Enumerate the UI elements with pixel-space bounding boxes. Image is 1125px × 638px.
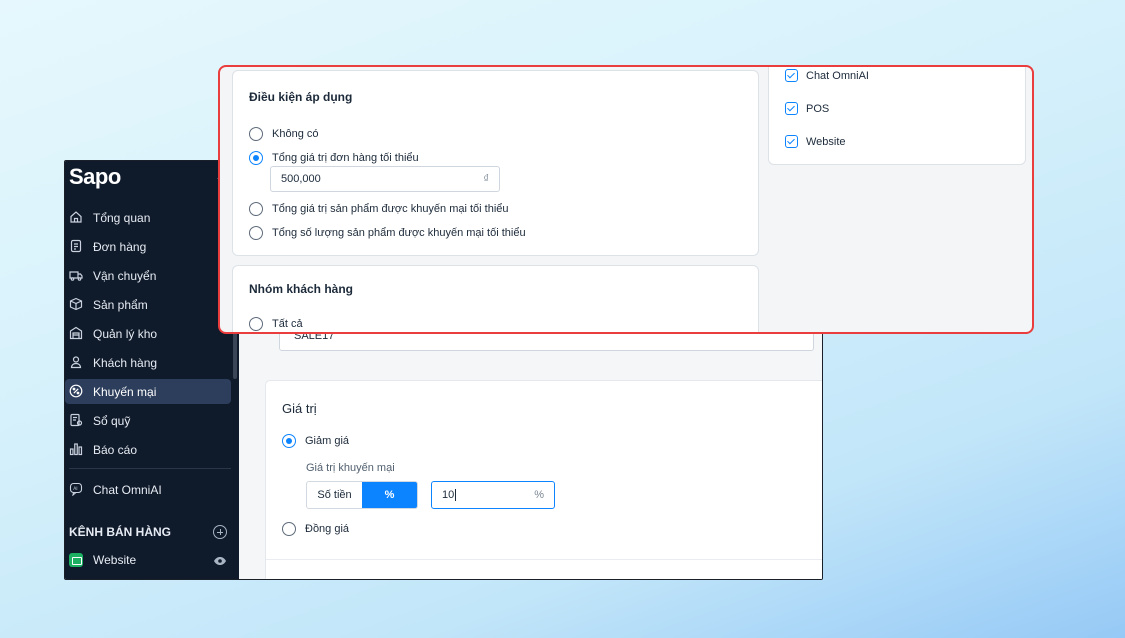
radio-label: Tổng số lượng sản phẩm được khuyến mại t… [272,227,526,239]
sidebar-item-label: Vận chuyển [93,268,157,283]
min-order-amount-input[interactable]: 500,000 ₫ [270,166,500,192]
customer-group-title: Nhóm khách hàng [249,282,354,296]
channel-pos[interactable]: POS [785,102,829,115]
percent-suffix: % [534,489,544,501]
value-card-title: Giá trị [282,401,317,416]
svg-text:AI: AI [73,486,77,492]
checkbox-checked-icon[interactable] [785,135,798,148]
percent-value-input[interactable]: 10 % [431,481,555,509]
sidebar-item-label: Khuyến mại [93,384,157,399]
sidebar: Sapo ‹ Tổng quan Đơn hàng Vận chuyển Sản… [65,161,239,579]
eye-icon[interactable] [213,555,227,565]
condition-option-none[interactable]: Không có [249,127,318,141]
radio-label: Tổng giá trị đơn hàng tối thiểu [272,152,419,164]
radio-min-product-value[interactable] [249,202,263,216]
sidebar-item-label: Chat OmniAI [93,482,162,497]
promo-value-label: Giá trị khuyến mại [306,462,395,474]
customer-group-option-all[interactable]: Tất cả [249,317,303,331]
text-caret [455,489,457,502]
radio-same-price[interactable] [282,522,296,536]
sidebar-item-products[interactable]: Sản phẩm [65,292,231,317]
discount-icon [69,384,83,398]
sidebar-nav: Tổng quan Đơn hàng Vận chuyển Sản phẩm Q… [65,205,239,506]
radio-min-product-qty[interactable] [249,226,263,240]
card-divider [266,559,822,560]
cashbook-icon [69,413,83,427]
website-icon [69,553,83,567]
value-card: Giá trị Giảm giá Giá trị khuyến mại Số t… [265,380,822,579]
sidebar-item-cashbook[interactable]: Sổ quỹ [65,408,231,433]
sidebar-item-reports[interactable]: Báo cáo [65,437,231,462]
radio-label: Tổng giá trị sản phẩm được khuyến mại tố… [272,203,509,215]
condition-option-min-product-qty[interactable]: Tổng số lượng sản phẩm được khuyến mại t… [249,226,526,240]
condition-option-min-product-value[interactable]: Tổng giá trị sản phẩm được khuyến mại tố… [249,202,509,216]
order-icon [69,239,83,253]
sidebar-item-label: Tổng quan [93,210,151,225]
box-icon [69,297,83,311]
sidebar-item-inventory[interactable]: Quản lý kho [65,321,231,346]
radio-discount[interactable] [282,434,296,448]
channel-label: Chat OmniAI [806,69,869,82]
currency-suffix: ₫ [483,173,489,185]
min-amount-value: 500,000 [281,173,321,185]
add-channel-icon[interactable] [213,525,227,539]
channels-card: Chat OmniAI POS Website [768,67,1026,165]
sidebar-item-overview[interactable]: Tổng quan [65,205,231,230]
percent-value: 10 [442,489,455,501]
sidebar-channel-website[interactable]: Website [69,552,227,568]
radio-label: Tất cả [272,318,303,330]
radio-min-order-total[interactable] [249,151,263,165]
sales-channels-label: KÊNH BÁN HÀNG [69,525,171,539]
sidebar-item-orders[interactable]: Đơn hàng [65,234,231,259]
radio-label: Không có [272,128,319,140]
channel-website[interactable]: Website [785,135,846,148]
conditions-card: Điều kiện áp dụng Không có Tổng giá trị … [232,70,759,256]
channel-label: POS [806,102,830,115]
truck-icon [69,268,83,282]
sidebar-item-promotions[interactable]: Khuyến mại [65,379,231,404]
channel-chat-omniai[interactable]: Chat OmniAI [785,69,869,82]
conditions-title: Điều kiện áp dụng [249,90,353,104]
percent-tab[interactable]: % [362,482,417,508]
radio-none[interactable] [249,127,263,141]
same-price-option[interactable]: Đồng giá [282,522,349,536]
warehouse-icon [69,326,83,340]
sidebar-item-label: Quản lý kho [93,326,158,341]
sidebar-item-label: Sổ quỹ [93,413,131,428]
radio-label: Giảm giá [305,435,350,447]
sidebar-item-label: Khách hàng [93,355,158,370]
amount-tab[interactable]: Số tiền [307,482,362,508]
channel-label: Website [806,135,846,148]
sidebar-item-label: Báo cáo [93,442,138,457]
home-icon [69,210,83,224]
channel-label: Website [93,553,137,567]
checkbox-checked-icon[interactable] [785,69,798,82]
sidebar-item-label: Đơn hàng [93,239,147,254]
sales-channels-heading: KÊNH BÁN HÀNG [69,524,227,540]
sidebar-item-shipping[interactable]: Vận chuyển [65,263,231,288]
sidebar-item-customers[interactable]: Khách hàng [65,350,231,375]
sidebar-divider [69,468,231,469]
value-type-toggle: Số tiền % [306,481,418,509]
sidebar-item-label: Sản phẩm [93,297,148,312]
sidebar-item-chat-omniai[interactable]: AI Chat OmniAI [65,477,231,502]
sapo-logo: Sapo [69,164,121,189]
condition-option-min-order-total[interactable]: Tổng giá trị đơn hàng tối thiểu [249,151,419,165]
checkbox-checked-icon[interactable] [785,102,798,115]
report-icon [69,442,83,456]
customer-group-card: Nhóm khách hàng Tất cả [232,265,759,332]
radio-label: Đồng giá [305,523,350,535]
radio-all[interactable] [249,317,263,331]
discount-option[interactable]: Giảm giá [282,434,349,448]
zoom-highlight-panel: Điều kiện áp dụng Không có Tổng giá trị … [218,65,1034,334]
user-icon [69,355,83,369]
ai-chat-icon: AI [69,482,83,496]
